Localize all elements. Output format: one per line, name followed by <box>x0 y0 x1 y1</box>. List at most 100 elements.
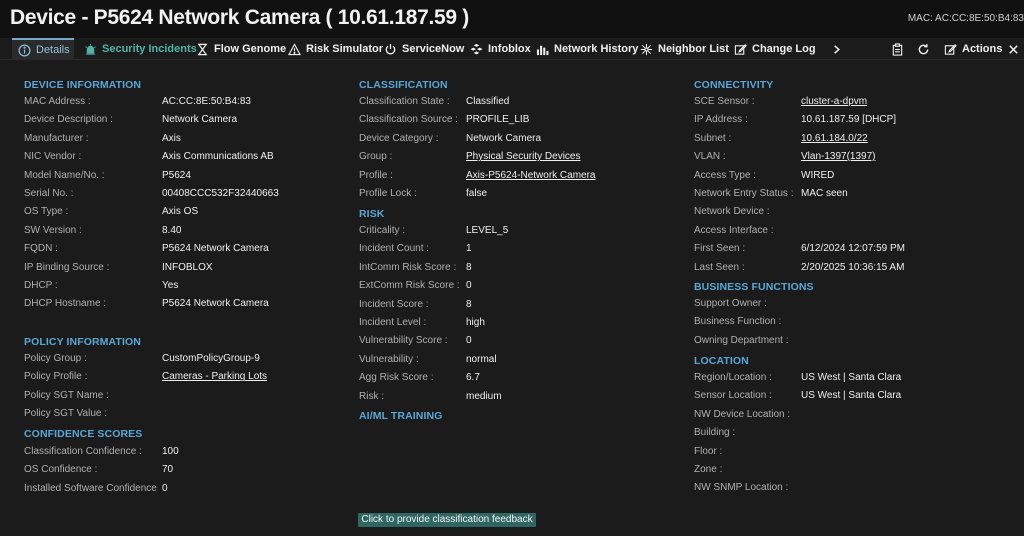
field-value: 6/12/2024 12:07:59 PM <box>801 243 905 255</box>
field-label: SCE Sensor : <box>694 96 755 107</box>
tab-neighbor-list[interactable]: Neighbor List <box>634 38 729 60</box>
field-label: Subnet : <box>694 132 732 144</box>
classification-row: Group : Physical Security Devices <box>359 151 679 165</box>
tab-network-history[interactable]: Network History <box>530 38 638 60</box>
confidence-scores-row: Installed Software Confidence 0 <box>24 483 344 497</box>
location-row: NW Device Location : <box>694 409 1014 423</box>
field-label: Model Name/No. : <box>24 169 105 181</box>
tab-security-incidents[interactable]: Security Incidents <box>78 38 197 60</box>
tab-details[interactable]: Details <box>12 38 74 60</box>
field-label: OS Type : <box>24 206 69 218</box>
mac-address-label: MAC: AC:CC:8E:50:B4:83 <box>907 13 1024 24</box>
classification-row: Classification State : Classified <box>359 96 679 110</box>
risk-row: Risk : medium <box>359 391 679 405</box>
field-label: Sensor Location : <box>694 390 772 402</box>
field-label: VLAN : <box>694 151 726 163</box>
field-label: Incident Score : <box>359 298 429 310</box>
edit-log-icon <box>734 43 747 55</box>
close-icon <box>1008 44 1018 54</box>
field-label: First Seen : <box>694 243 746 255</box>
field-label: Agg Risk Score : <box>359 372 434 384</box>
classification-row: Profile : Axis-P5624-Network Camera <box>359 170 679 184</box>
field-label: Classification Confidence : <box>24 446 142 457</box>
risk-row: Vulnerability : normal <box>359 354 679 368</box>
field-label: MAC Address : <box>24 96 91 107</box>
connectivity-row: Access Interface : <box>694 225 1014 239</box>
page-title: Device - P5624 Network Camera ( 10.61.18… <box>10 6 469 29</box>
field-value-link[interactable]: Physical Security Devices <box>466 151 580 162</box>
device-information-row: OS Type : Axis OS <box>24 206 344 220</box>
field-value: P5624 <box>162 169 191 181</box>
field-value: CustomPolicyGroup-9 <box>162 353 260 364</box>
title-bar: Device - P5624 Network Camera ( 10.61.18… <box>0 0 1024 38</box>
field-label: Region/Location : <box>694 372 772 383</box>
field-label: Classification State : <box>359 96 450 107</box>
tab-label: Security Incidents <box>102 43 197 55</box>
tab-infoblox[interactable]: Infoblox <box>464 38 531 60</box>
field-value: AC:CC:8E:50:B4:83 <box>162 96 251 107</box>
tab-servicenow[interactable]: ServiceNow <box>378 38 464 60</box>
field-label: Incident Level : <box>359 317 427 328</box>
field-label: DHCP : <box>24 280 58 291</box>
connectivity-row: Last Seen : 2/20/2025 10:36:15 AM <box>694 262 1014 276</box>
field-label: Serial No. : <box>24 188 74 199</box>
field-label: Access Interface : <box>694 224 774 236</box>
field-value: 8 <box>466 298 472 310</box>
field-label: NW Device Location : <box>694 408 791 420</box>
confidence-scores-row: Classification Confidence : 100 <box>24 446 344 460</box>
field-value: P5624 Network Camera <box>162 298 269 310</box>
edit-icon <box>944 43 957 55</box>
tab-change-log[interactable]: Change Log <box>728 38 816 60</box>
field-label: Criticality : <box>359 225 406 236</box>
field-value-link[interactable]: Axis-P5624-Network Camera <box>466 170 596 181</box>
field-label: Profile : <box>359 169 393 181</box>
actions-button[interactable]: Actions <box>938 38 1003 60</box>
field-label: IntComm Risk Score : <box>359 261 457 273</box>
device-information-row: NIC Vendor : Axis Communications AB <box>24 151 344 165</box>
actions-label: Actions <box>962 43 1003 55</box>
field-label: Group : <box>359 151 393 163</box>
warning-icon <box>288 42 301 55</box>
device-information-heading: DEVICE INFORMATION <box>24 79 142 91</box>
tab-label: Flow Genome <box>214 43 287 55</box>
device-information-row: MAC Address : AC:CC:8E:50:B4:83 <box>24 96 344 110</box>
field-value: PROFILE_LIB <box>466 114 530 126</box>
tab-flow-genome[interactable]: Flow Genome <box>190 38 286 60</box>
field-value: Yes <box>162 280 179 291</box>
field-value: LEVEL_5 <box>466 225 509 236</box>
classification-row: Profile Lock : false <box>359 188 679 202</box>
field-value: 0 <box>466 280 472 292</box>
connectivity-row: Network Entry Status : MAC seen <box>694 188 1014 202</box>
classification-feedback-button[interactable]: Click to provide classification feedback <box>358 513 536 527</box>
field-label: Last Seen : <box>694 261 745 273</box>
alarm-icon <box>85 43 96 55</box>
field-value-link[interactable]: cluster-a-dpvm <box>801 96 867 107</box>
field-value-link[interactable]: Vlan-1397(1397) <box>801 151 876 162</box>
field-value: Axis OS <box>162 206 199 218</box>
tabs-scroll-right-button[interactable] <box>825 38 847 60</box>
field-value: MAC seen <box>801 188 848 199</box>
location-row: Sensor Location : US West | Santa Clara <box>694 390 1014 404</box>
tab-label: Neighbor List <box>658 43 729 55</box>
field-label: NW SNMP Location : <box>694 482 789 494</box>
field-value: high <box>466 317 485 328</box>
field-value: false <box>466 188 488 199</box>
policy-information-row: Policy Group : CustomPolicyGroup-9 <box>24 353 344 367</box>
field-value: P5624 Network Camera <box>162 243 269 255</box>
tab-risk-simulator[interactable]: Risk Simulator <box>282 38 383 60</box>
field-value: Classified <box>466 96 510 107</box>
field-value-link[interactable]: Cameras - Parking Lots <box>162 371 267 382</box>
field-value: 0 <box>466 335 472 347</box>
field-label: Support Owner : <box>694 298 767 309</box>
field-label: IP Binding Source : <box>24 261 110 273</box>
chevron-right-icon <box>833 44 840 54</box>
clipboard-button[interactable] <box>886 38 908 60</box>
close-button[interactable] <box>1002 38 1024 60</box>
confidence-scores-row: OS Confidence : 70 <box>24 464 344 478</box>
field-value-link[interactable]: 10.61.184.0/22 <box>801 133 868 144</box>
device-information-row: IP Binding Source : INFOBLOX <box>24 262 344 276</box>
power-icon <box>385 43 396 54</box>
refresh-button[interactable] <box>912 38 934 60</box>
business-functions-heading: BUSINESS FUNCTIONS <box>694 281 814 293</box>
field-value: Network Camera <box>162 114 238 126</box>
